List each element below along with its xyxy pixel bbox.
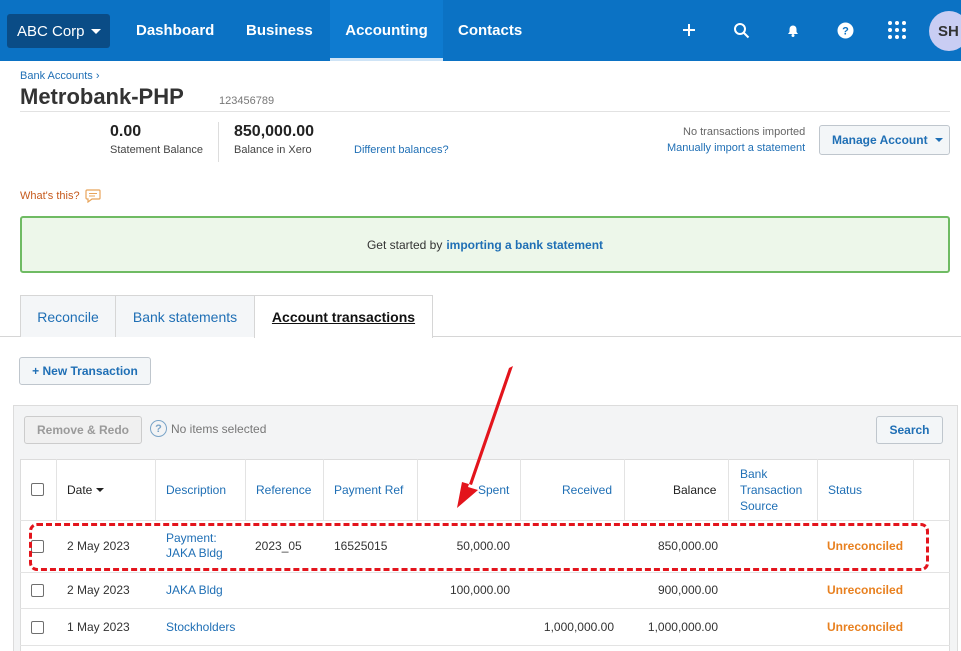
annotation-arrow-icon [457,366,513,508]
